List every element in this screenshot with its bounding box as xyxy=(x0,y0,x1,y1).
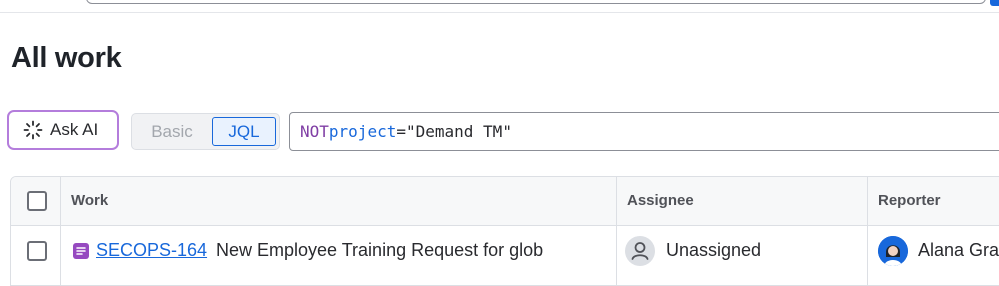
header-divider xyxy=(0,12,999,13)
ai-sparkle-icon xyxy=(23,120,43,140)
jql-operator: = xyxy=(396,122,406,141)
unassigned-user-icon xyxy=(625,236,655,266)
mode-jql-button[interactable]: JQL xyxy=(212,117,276,146)
jql-field: project xyxy=(328,122,397,141)
column-header-reporter[interactable]: Reporter xyxy=(878,192,941,209)
select-all-checkbox[interactable] xyxy=(27,191,47,211)
column-header-assignee[interactable]: Assignee xyxy=(627,192,694,209)
table-header-row: Work Assignee Reporter xyxy=(11,177,999,226)
page-title: All work xyxy=(11,42,122,74)
user-avatar-icon xyxy=(878,236,908,266)
column-divider xyxy=(867,177,868,285)
table-row[interactable]: SECOPS-164 New Employee Training Request… xyxy=(11,226,999,278)
column-header-work[interactable]: Work xyxy=(71,192,108,209)
ask-ai-button[interactable]: Ask AI xyxy=(7,110,119,150)
jql-value: "Demand TM" xyxy=(405,122,512,141)
assignee-name[interactable]: Unassigned xyxy=(666,240,761,261)
column-divider xyxy=(60,177,61,285)
row-select-checkbox[interactable] xyxy=(27,241,47,261)
story-icon xyxy=(73,243,89,259)
reporter-name[interactable]: Alana Gra xyxy=(918,240,999,261)
column-divider xyxy=(616,177,617,285)
ask-ai-label: Ask AI xyxy=(50,120,99,139)
jql-query-input[interactable]: NOT project = "Demand TM" xyxy=(289,112,999,151)
top-edge-indicator xyxy=(990,0,999,6)
mode-basic-button[interactable]: Basic xyxy=(132,114,212,149)
top-search-input[interactable] xyxy=(86,0,986,4)
search-mode-toggle: Basic JQL xyxy=(131,113,280,150)
work-items-table: Work Assignee Reporter SECOPS-164 New Em… xyxy=(10,176,999,286)
issue-summary[interactable]: New Employee Training Request for glob xyxy=(216,240,543,261)
jql-keyword: NOT xyxy=(300,122,329,141)
issue-key-link[interactable]: SECOPS-164 xyxy=(96,240,207,261)
